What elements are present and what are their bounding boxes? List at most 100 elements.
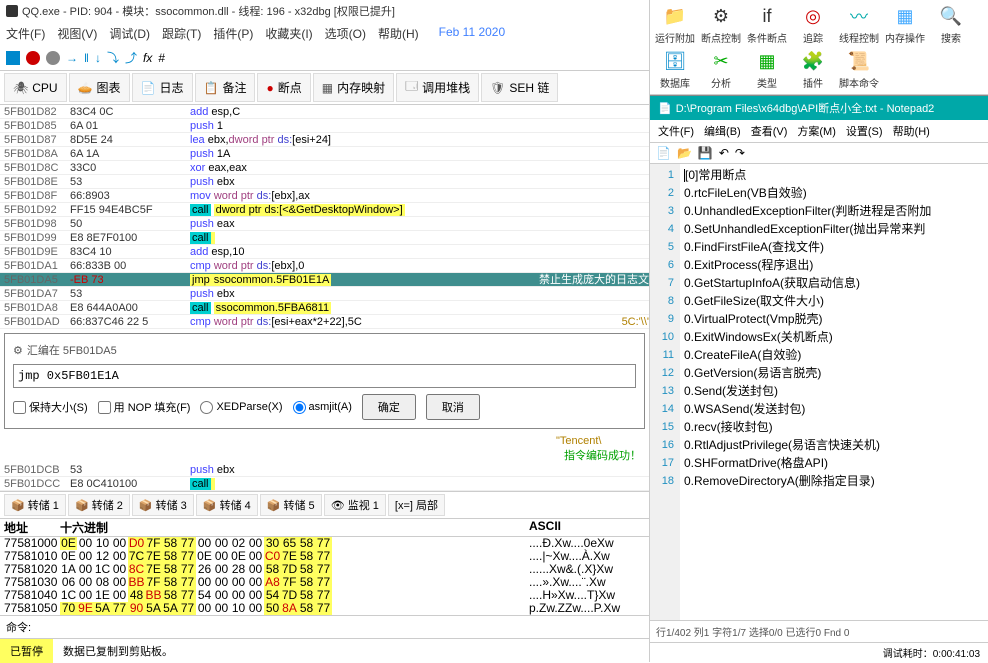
tab-日志[interactable]: 📄日志	[132, 73, 193, 102]
dump-tab[interactable]: 📦 转储 4	[196, 494, 258, 516]
line-gutter: 123456789101112131415161718	[650, 164, 680, 620]
tab-图表[interactable]: 🥧图表	[69, 73, 130, 102]
right-tool-grid: 📁运行附加⚙断点控制if条件断点◎追踪〰线程控制▦内存操作🔍搜索 🗄数据库✂分析▦…	[650, 0, 988, 95]
tool-追踪[interactable]: ◎追踪	[792, 4, 834, 45]
editor-text[interactable]: [0]常用断点0.rtcFileLen(VB自效验)0.UnhandledExc…	[680, 164, 988, 620]
step-over-icon[interactable]: ⤵	[107, 49, 119, 66]
hash-icon[interactable]: #	[158, 51, 165, 65]
editor-line[interactable]: 0.FindFirstFileA(查找文件)	[684, 238, 984, 256]
np-menu-item[interactable]: 文件(F)	[658, 123, 694, 139]
assembler-input[interactable]	[13, 364, 636, 388]
editor-line[interactable]: 0.SetUnhandledExceptionFilter(抛出异常来判	[684, 220, 984, 238]
stop-icon[interactable]	[46, 51, 60, 65]
dump-tab[interactable]: 📦 转储 3	[132, 494, 194, 516]
editor-line[interactable]: 0.GetVersion(易语言脱壳)	[684, 364, 984, 382]
tab-内存映射[interactable]: ▦内存映射	[313, 73, 394, 102]
tool-条件断点[interactable]: if条件断点	[746, 4, 788, 45]
editor-line[interactable]: 0.SHFormatDrive(格盘API)	[684, 454, 984, 472]
np-menu-item[interactable]: 帮助(H)	[893, 123, 930, 139]
editor-line[interactable]: 0.Send(发送封包)	[684, 382, 984, 400]
notepad-menu: 文件(F) 编缉(B) 查看(V) 方案(M) 设置(S) 帮助(H)	[650, 120, 988, 143]
main-toolbar: → ‖ ↓ ⤵ ⤴ fx #	[0, 45, 649, 71]
fx-icon[interactable]: fx	[143, 51, 152, 65]
nop-fill-checkbox[interactable]: 用 NOP 填充(F)	[98, 399, 191, 415]
dump-tab[interactable]: 👁 监视 1	[324, 494, 386, 516]
tool-脚本命令[interactable]: 📜脚本命令	[838, 49, 880, 90]
redo-icon[interactable]: ↷	[735, 146, 745, 160]
tab-调用堆栈[interactable]: 🗔调用堆栈	[396, 73, 479, 102]
editor-line[interactable]: 0.UnhandledExceptionFilter(判断进程是否附加	[684, 202, 984, 220]
editor-line[interactable]: 0.GetStartupInfoA(获取启动信息)	[684, 274, 984, 292]
folder-icon[interactable]	[6, 51, 20, 65]
editor-line[interactable]: 0.ExitProcess(程序退出)	[684, 256, 984, 274]
tab-备注[interactable]: 📋备注	[195, 73, 256, 102]
tool-插件[interactable]: 🧩插件	[792, 49, 834, 90]
hex-bytes-header: 十六进制	[60, 519, 529, 536]
editor-line[interactable]: 0.CreateFileA(自效验)	[684, 346, 984, 364]
tab-CPU[interactable]: 🕷CPU	[4, 73, 67, 102]
restart-icon[interactable]	[26, 51, 40, 65]
dump-tab[interactable]: [x=] 局部	[388, 494, 445, 516]
ok-button[interactable]: 确定	[362, 394, 416, 420]
command-input[interactable]	[37, 620, 643, 635]
keep-size-checkbox[interactable]: 保持大小(S)	[13, 399, 88, 415]
editor-line[interactable]: [0]常用断点	[684, 166, 984, 184]
dump-tabs: 📦 转储 1📦 转储 2📦 转储 3📦 转储 4📦 转储 5👁 监视 1[x=]…	[0, 491, 649, 519]
open-icon[interactable]: 📂	[677, 146, 692, 160]
pause-icon[interactable]: ‖	[84, 51, 89, 65]
editor-line[interactable]: 0.ExitWindowsEx(关机断点)	[684, 328, 984, 346]
step-out-icon[interactable]: ⤴	[125, 49, 137, 66]
hex-dump[interactable]: 地址 十六进制 ASCII 775810000E001000D07F587700…	[0, 519, 649, 615]
menu-item[interactable]: 帮助(H)	[378, 25, 419, 42]
tab-断点[interactable]: ●断点	[257, 73, 310, 102]
tool-分析[interactable]: ✂分析	[700, 49, 742, 90]
editor-line[interactable]: 0.recv(接收封包)	[684, 418, 984, 436]
asmjit-radio[interactable]: asmjit(A)	[293, 401, 352, 414]
tool-线程控制[interactable]: 〰线程控制	[838, 4, 880, 45]
notepad-toolbar: 📄 📂 💾 ↶ ↷	[650, 143, 988, 164]
run-icon[interactable]: →	[66, 51, 78, 65]
undo-icon[interactable]: ↶	[719, 146, 729, 160]
np-menu-item[interactable]: 编缉(B)	[704, 123, 741, 139]
editor-line[interactable]: 0.GetFileSize(取文件大小)	[684, 292, 984, 310]
tool-内存操作[interactable]: ▦内存操作	[884, 4, 926, 45]
xedparse-radio[interactable]: XEDParse(X)	[200, 401, 282, 414]
dump-tab[interactable]: 📦 转储 5	[260, 494, 322, 516]
build-date: Feb 11 2020	[439, 25, 506, 42]
tool-断点控制[interactable]: ⚙断点控制	[700, 4, 742, 45]
menu-item[interactable]: 选项(O)	[325, 25, 366, 42]
menu-item[interactable]: 文件(F)	[6, 25, 45, 42]
dump-tab[interactable]: 📦 转储 2	[68, 494, 130, 516]
menu-item[interactable]: 收藏夹(I)	[265, 25, 312, 42]
editor-line[interactable]: 0.RemoveDirectoryA(删除指定目录)	[684, 472, 984, 490]
new-icon[interactable]: 📄	[656, 146, 671, 160]
menu-item[interactable]: 插件(P)	[213, 25, 253, 42]
command-label: 命令:	[6, 619, 31, 635]
hex-ascii-header: ASCII	[529, 519, 649, 536]
save-icon[interactable]: 💾	[698, 146, 713, 160]
editor-line[interactable]: 0.RtlAdjustPrivilege(易语言快速关机)	[684, 436, 984, 454]
tool-搜索[interactable]: 🔍搜索	[930, 4, 972, 45]
disassembly-view[interactable]: 5FB01D8283C4 0Cadd esp,C5FB01D856A 01pus…	[0, 105, 649, 329]
tab-SEH 链[interactable]: 🛡SEH 链	[481, 73, 558, 102]
tool-数据库[interactable]: 🗄数据库	[654, 49, 696, 90]
document-icon: 📄	[658, 102, 672, 115]
menu-item[interactable]: 调试(D)	[109, 25, 150, 42]
editor-line[interactable]: 0.rtcFileLen(VB自效验)	[684, 184, 984, 202]
editor-line[interactable]: 0.VirtualProtect(Vmp脱壳)	[684, 310, 984, 328]
menu-item[interactable]: 跟踪(T)	[162, 25, 201, 42]
hex-row[interactable]: 77581050709E5A77905A5A7700001000508A5877…	[0, 602, 649, 615]
notepad-title: 📄 D:\Program Files\x64dbg\API断点小全.txt - …	[650, 96, 988, 120]
editor-line[interactable]: 0.WSASend(发送封包)	[684, 400, 984, 418]
tool-类型[interactable]: ▦类型	[746, 49, 788, 90]
menu-item[interactable]: 视图(V)	[57, 25, 97, 42]
cancel-button[interactable]: 取消	[426, 394, 480, 420]
np-menu-item[interactable]: 方案(M)	[797, 123, 836, 139]
app-icon	[6, 5, 18, 17]
tool-运行附加[interactable]: 📁运行附加	[654, 4, 696, 45]
np-menu-item[interactable]: 设置(S)	[846, 123, 883, 139]
dump-tab[interactable]: 📦 转储 1	[4, 494, 66, 516]
disassembly-view-2[interactable]: 5FB01DCB53push ebx5FB01DCCE8 0C410100cal…	[0, 463, 649, 491]
np-menu-item[interactable]: 查看(V)	[751, 123, 788, 139]
step-icon[interactable]: ↓	[95, 51, 101, 65]
